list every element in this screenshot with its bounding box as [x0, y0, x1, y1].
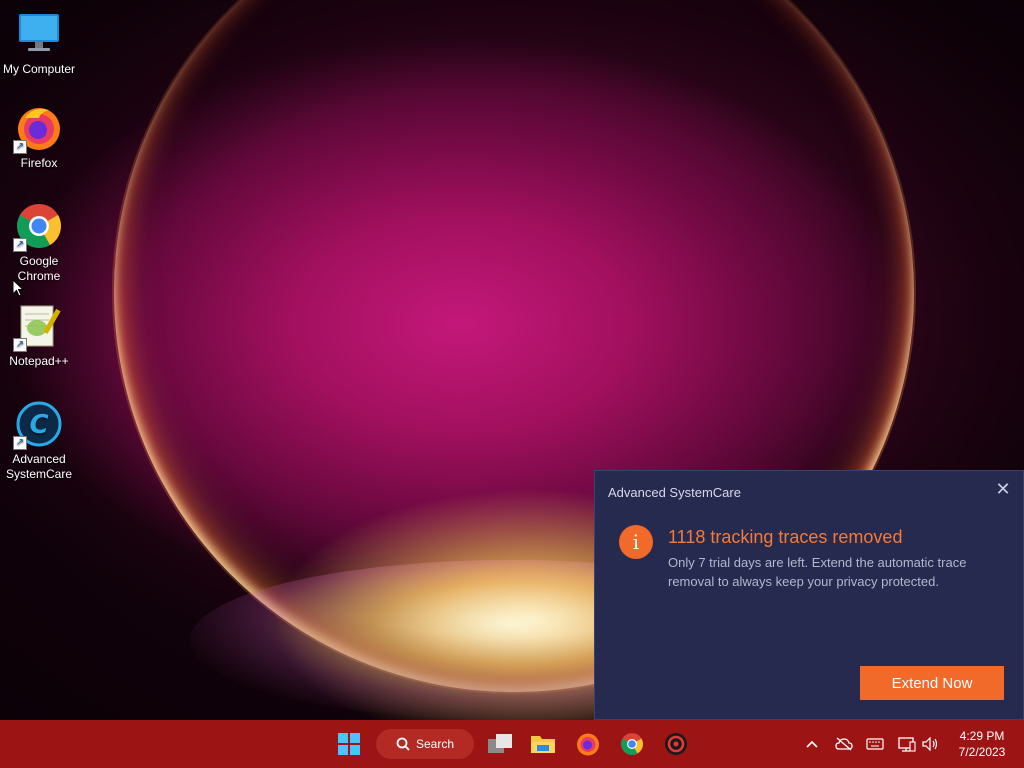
volume-icon[interactable] — [922, 735, 940, 753]
search-label: Search — [415, 737, 455, 751]
task-view-button[interactable] — [484, 728, 516, 760]
desktop-icon-google-chrome[interactable]: ↗ Google Chrome — [0, 202, 78, 284]
notepadpp-icon: ↗ — [13, 302, 63, 352]
desktop-icon-label: Firefox — [20, 156, 58, 170]
search-icon — [396, 737, 410, 751]
keyboard-icon[interactable] — [866, 735, 884, 753]
file-explorer-icon — [531, 736, 555, 753]
taskbar-advanced-systemcare-button[interactable] — [660, 728, 692, 760]
firefox-icon: ↗ — [13, 104, 63, 154]
close-icon[interactable]: ✕ — [995, 480, 1011, 498]
desktop-icon-advanced-systemcare[interactable]: C ↗ Advanced SystemCare — [0, 400, 78, 482]
desktop: My Computer ↗ Firefox ↗ Google Chrome ↗ … — [0, 0, 1024, 720]
taskbar-clock[interactable]: 4:29 PM 7/2/2023 — [948, 728, 1016, 760]
shortcut-arrow-icon: ↗ — [13, 338, 27, 352]
taskbar-firefox-button[interactable] — [572, 728, 604, 760]
search-button[interactable]: Search — [376, 729, 474, 759]
advanced-systemcare-popup: Advanced SystemCare ✕ i 1118 tracking tr… — [594, 470, 1024, 720]
desktop-icon-label: Advanced SystemCare — [5, 452, 73, 481]
shortcut-arrow-icon: ↗ — [13, 140, 27, 154]
task-view-icon — [488, 734, 512, 753]
start-button[interactable] — [333, 728, 365, 760]
desktop-icon-label: Notepad++ — [9, 354, 69, 368]
file-explorer-button[interactable] — [527, 728, 559, 760]
extend-now-button[interactable]: Extend Now — [860, 666, 1004, 700]
clock-date: 7/2/2023 — [958, 745, 1006, 759]
popup-headline: 1118 tracking traces removed — [668, 527, 903, 547]
mouse-cursor-icon — [12, 279, 24, 297]
chrome-icon — [621, 733, 643, 755]
clock-time: 4:29 PM — [959, 729, 1005, 743]
cloud-offline-icon[interactable] — [835, 735, 853, 753]
shortcut-arrow-icon: ↗ — [13, 436, 27, 450]
popup-body: Only 7 trial days are left. Extend the a… — [668, 555, 967, 589]
desktop-icon-label: My Computer — [2, 62, 76, 76]
desktop-icon-firefox[interactable]: ↗ Firefox — [0, 104, 78, 171]
start-icon — [338, 733, 360, 755]
network-icon[interactable] — [898, 735, 916, 753]
popup-title: Advanced SystemCare — [608, 485, 741, 500]
chevron-up-icon[interactable] — [803, 735, 821, 753]
svg-text:C: C — [29, 410, 48, 440]
desktop-icon-notepadpp[interactable]: ↗ Notepad++ — [0, 302, 78, 369]
chrome-icon: ↗ — [13, 202, 63, 252]
taskbar-chrome-button[interactable] — [616, 728, 648, 760]
firefox-icon — [577, 733, 599, 756]
advanced-systemcare-icon: C ↗ — [13, 400, 63, 450]
advanced-systemcare-icon — [665, 733, 687, 755]
info-icon: i — [619, 525, 653, 559]
desktop-icon-my-computer[interactable]: My Computer — [0, 10, 78, 77]
shortcut-arrow-icon: ↗ — [13, 238, 27, 252]
taskbar: Search 4:29 PM 7/2/2023 — [0, 720, 1024, 768]
monitor-icon — [15, 10, 63, 58]
